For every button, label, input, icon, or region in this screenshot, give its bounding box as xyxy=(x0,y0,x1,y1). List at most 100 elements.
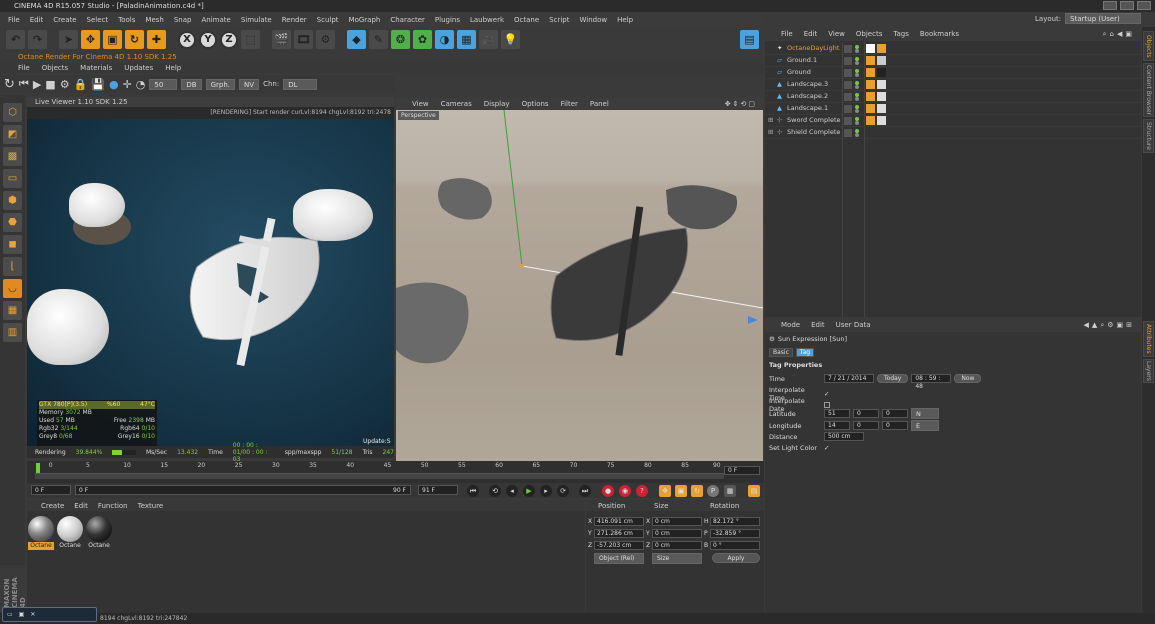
x-axis-icon[interactable]: X xyxy=(178,30,196,49)
size-mode-dropdown[interactable]: Size xyxy=(652,553,702,564)
subdivision-icon[interactable]: ❂ xyxy=(391,30,410,49)
axis-mode-icon[interactable]: ⌊ xyxy=(3,257,22,276)
save-icon[interactable]: 💾 xyxy=(91,78,105,91)
key-param-icon[interactable]: P xyxy=(707,485,719,497)
redo-icon[interactable]: ↷ xyxy=(28,30,47,49)
latitude-deg-field[interactable]: 51 xyxy=(824,409,850,418)
key-pla-icon[interactable]: ▦ xyxy=(724,485,736,497)
texture-mode-icon[interactable]: ▩ xyxy=(3,147,22,166)
longitude-deg-field[interactable]: 14 xyxy=(824,421,850,430)
select-arrow-icon[interactable]: ➤ xyxy=(59,30,78,49)
next-key-icon[interactable]: ⟳ xyxy=(557,485,569,497)
attr-nav-icons[interactable]: ◀▲⌕⚙▣⊞ xyxy=(1084,321,1135,330)
timeline[interactable]: 0 5 10 15 20 25 30 35 40 45 50 55 60 65 … xyxy=(27,461,764,483)
menu-mesh[interactable]: Mesh xyxy=(145,16,163,24)
prev-icon[interactable]: ⏮ xyxy=(19,77,29,91)
workplane-icon[interactable]: ▭ xyxy=(3,169,22,188)
rot-b-field[interactable]: 0 ° xyxy=(710,541,760,550)
viewport-nav-icons[interactable]: ✥⇕⟲▢ xyxy=(725,100,757,108)
size-y-field[interactable]: 0 cm xyxy=(652,529,702,538)
end-frame-field[interactable]: 91 F xyxy=(418,485,458,495)
layer-check[interactable] xyxy=(844,45,852,53)
object-name[interactable]: Ground.1 xyxy=(787,55,817,66)
latitude-dir-dropdown[interactable]: N xyxy=(911,408,939,419)
record-icon[interactable]: ● xyxy=(602,485,614,497)
render-settings-icon[interactable]: ⚙ xyxy=(316,30,335,49)
latitude-min-field[interactable]: 0 xyxy=(853,409,879,418)
key-scale-icon[interactable]: ▣ xyxy=(675,485,687,497)
sun-tag-icon[interactable] xyxy=(877,44,886,53)
play-icon[interactable]: ▶ xyxy=(33,78,41,91)
refresh-icon[interactable]: ↻ xyxy=(4,77,15,92)
material-label-3[interactable]: Octane xyxy=(86,542,112,550)
viewport-menu-options[interactable]: Options xyxy=(522,100,549,108)
object-name[interactable]: Landscape.3 xyxy=(787,79,828,90)
distance-field[interactable]: 500 cm xyxy=(824,432,864,441)
rot-h-field[interactable]: 82.172 ° xyxy=(710,517,760,526)
deformer-icon[interactable]: ◑ xyxy=(435,30,454,49)
object-row-landscape2[interactable]: ▲ Landscape.2 xyxy=(765,91,1141,103)
material-swatch-2[interactable] xyxy=(57,516,83,542)
set-light-color-checkbox[interactable]: ✓ xyxy=(824,444,829,452)
pos-y-field[interactable]: 271.286 cm xyxy=(594,529,644,538)
tag-icon[interactable] xyxy=(866,92,875,101)
render-picture-icon[interactable]: 🎞 xyxy=(294,30,313,49)
menu-select[interactable]: Select xyxy=(87,16,109,24)
menu-file[interactable]: File xyxy=(8,16,20,24)
longitude-dir-dropdown[interactable]: E xyxy=(911,420,939,431)
z-axis-icon[interactable]: Z xyxy=(220,30,238,49)
move-icon[interactable]: ✥ xyxy=(81,30,100,49)
object-row-landscape3[interactable]: ▲ Landscape.3 xyxy=(765,79,1141,91)
task-close-icon[interactable]: ✕ xyxy=(30,611,35,618)
side-tab-attributes[interactable]: Attributes xyxy=(1143,321,1154,357)
layer-check[interactable] xyxy=(844,129,852,137)
layer-check[interactable] xyxy=(844,93,852,101)
viewport-menu-filter[interactable]: Filter xyxy=(561,100,578,108)
polygons-mode-icon[interactable]: ◼ xyxy=(3,235,22,254)
material-tag-icon[interactable] xyxy=(877,92,886,101)
prev-frame-icon[interactable]: ◂ xyxy=(506,485,518,497)
key-position-icon[interactable]: ✥ xyxy=(659,485,671,497)
camera-icon[interactable]: 🎥 xyxy=(479,30,498,49)
menu-mograph[interactable]: MoGraph xyxy=(349,16,381,24)
floor-icon[interactable]: ▦ xyxy=(457,30,476,49)
attr-menu-edit[interactable]: Edit xyxy=(811,321,825,329)
add-icon[interactable]: ✚ xyxy=(147,30,166,49)
viewport-menu-cameras[interactable]: Cameras xyxy=(441,100,472,108)
menu-render[interactable]: Render xyxy=(282,16,307,24)
material-tag-icon[interactable] xyxy=(877,56,886,65)
size-x-field[interactable]: 0 cm xyxy=(652,517,702,526)
material-menu-create[interactable]: Create xyxy=(41,502,64,510)
keyframe-selection-icon[interactable]: ? xyxy=(636,485,648,497)
expand-icon[interactable]: ⊞ xyxy=(768,115,773,126)
undo-icon[interactable]: ↶ xyxy=(6,30,25,49)
layer-check[interactable] xyxy=(844,69,852,77)
octane-chn-dropdown[interactable]: DL xyxy=(283,78,318,90)
object-row-sword[interactable]: ⊞ ⊹ Sword Complete xyxy=(765,115,1141,127)
octane-menu-help[interactable]: Help xyxy=(165,64,181,72)
today-button[interactable]: Today xyxy=(877,374,909,383)
octane-db-button[interactable]: DB xyxy=(181,78,202,90)
latitude-sec-field[interactable]: 0 xyxy=(882,409,908,418)
model-mode-icon[interactable]: ◩ xyxy=(3,125,22,144)
object-menu-bookmarks[interactable]: Bookmarks xyxy=(920,30,959,38)
pos-z-field[interactable]: -57.203 cm xyxy=(594,541,644,550)
octane-value-field[interactable]: 50 xyxy=(149,78,178,90)
preview-range-slider[interactable]: 0 F 90 F xyxy=(75,485,411,495)
edges-mode-icon[interactable]: ⬣ xyxy=(3,213,22,232)
menu-character[interactable]: Character xyxy=(390,16,425,24)
material-label-1[interactable]: Octane xyxy=(28,542,54,550)
object-name[interactable]: Ground xyxy=(787,67,811,78)
viewport-canvas[interactable] xyxy=(396,110,763,462)
object-row-ground1[interactable]: ▱ Ground.1 xyxy=(765,55,1141,67)
rotate-icon[interactable]: ↻ xyxy=(125,30,144,49)
autokey-icon[interactable]: ◉ xyxy=(619,485,631,497)
side-tab-content-browser[interactable]: Content Browser xyxy=(1143,63,1154,117)
material-tag-icon[interactable] xyxy=(877,116,886,125)
start-frame-field[interactable]: 0 F xyxy=(31,485,71,495)
sphere-icon[interactable]: ● xyxy=(109,78,119,91)
pan-icon[interactable]: ◔ xyxy=(136,78,146,91)
y-axis-icon[interactable]: Y xyxy=(199,30,217,49)
octane-nv-button[interactable]: NV xyxy=(239,78,260,90)
tag-icon[interactable] xyxy=(866,104,875,113)
